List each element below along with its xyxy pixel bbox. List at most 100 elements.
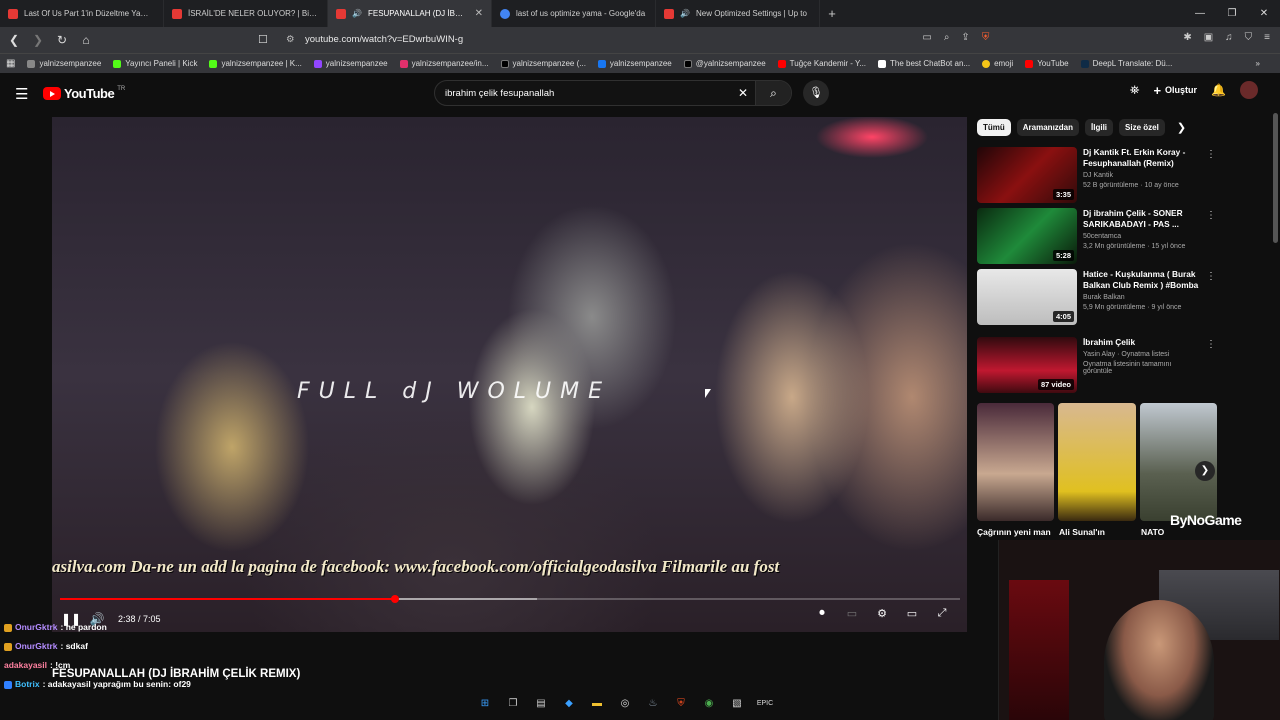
related-video[interactable]: 5:28 Dj ibrahim Çelik - SONER SARIKABADA… bbox=[977, 208, 1217, 266]
share-icon[interactable]: ⇪ bbox=[961, 32, 969, 43]
chip-related[interactable]: İlgili bbox=[1085, 118, 1114, 136]
clear-search-icon[interactable]: ✕ bbox=[731, 86, 755, 100]
browser-tab-active[interactable]: 🔊 FESUPANALLAH (DJ İBRAHİM ✕ bbox=[328, 0, 492, 27]
search-button[interactable]: ⌕ bbox=[755, 81, 791, 105]
bookmark-item[interactable]: yalnizsempanzee bbox=[592, 59, 678, 68]
search-input[interactable] bbox=[445, 87, 731, 99]
chrome-icon[interactable]: ◉ bbox=[700, 695, 718, 713]
reload-icon[interactable]: ↻ bbox=[52, 33, 72, 47]
task-view-icon[interactable]: ❐ bbox=[504, 695, 522, 713]
video-thumbnail[interactable]: 3:35 bbox=[977, 147, 1077, 203]
bookmark-item[interactable]: yalnizsempanzee (... bbox=[495, 59, 592, 68]
avatar[interactable] bbox=[1240, 81, 1258, 99]
cast-icon[interactable]: ▭ bbox=[922, 32, 931, 43]
chevron-right-icon[interactable]: ❯ bbox=[1195, 461, 1215, 481]
bookmark-item[interactable]: Yayıncı Paneli | Kick bbox=[107, 59, 203, 68]
browser-tab[interactable]: 🔊 New Optimized Settings | Up to bbox=[656, 0, 820, 27]
new-tab-button[interactable]: + bbox=[820, 6, 844, 21]
app-icon[interactable]: ▧ bbox=[728, 695, 746, 713]
create-button[interactable]: + Oluştur bbox=[1153, 83, 1197, 98]
video-player[interactable]: FULL dJ WOLUME asilva.com Da-ne un add l… bbox=[52, 117, 967, 632]
subtitles-icon[interactable]: ▭ bbox=[841, 607, 863, 620]
site-info-icon[interactable]: ⚙ bbox=[286, 31, 295, 49]
related-video[interactable]: 4:05 Hatice - Kuşkulanma ( Burak Balkan … bbox=[977, 269, 1217, 327]
music-icon[interactable]: ♫ bbox=[1225, 32, 1233, 43]
bookmark-item[interactable]: Tuğçe Kandemir - Y... bbox=[772, 59, 872, 68]
file-explorer-icon[interactable]: ▬ bbox=[588, 695, 606, 713]
brave-shield-icon[interactable]: ⛨ bbox=[982, 32, 990, 43]
short-thumbnail[interactable] bbox=[1058, 403, 1136, 521]
brave-icon[interactable]: ⛨ bbox=[672, 695, 690, 713]
restore-icon[interactable]: ❐ bbox=[1216, 0, 1248, 27]
menu-icon[interactable]: ≡ bbox=[1264, 32, 1270, 43]
chip-for-you[interactable]: Size özel bbox=[1119, 118, 1165, 136]
video-title[interactable]: Dj Kantik Ft. Erkin Koray - Fesuphanalla… bbox=[1083, 147, 1202, 169]
bookmark-item[interactable]: YouTube bbox=[1019, 59, 1074, 68]
bookmark-item[interactable]: yalnizsempanzee bbox=[308, 59, 394, 68]
channel-name[interactable]: DJ Kantik bbox=[1083, 172, 1202, 179]
hamburger-menu-icon[interactable]: ☰ bbox=[15, 85, 28, 103]
settings-icon[interactable]: ⚙ bbox=[871, 607, 893, 620]
chip-all[interactable]: Tümü bbox=[977, 118, 1011, 136]
home-icon[interactable]: ⌂ bbox=[76, 33, 96, 47]
channel-name[interactable]: Yasin Alay · Oynatma listesi bbox=[1083, 351, 1202, 358]
close-icon[interactable]: ✕ bbox=[1248, 0, 1280, 27]
forward-icon[interactable]: ❯ bbox=[28, 33, 48, 47]
obs-icon[interactable]: ◎ bbox=[616, 695, 634, 713]
more-bookmarks-icon[interactable]: » bbox=[1250, 59, 1266, 68]
video-title[interactable]: Hatice - Kuşkulanma ( Burak Balkan Club … bbox=[1083, 269, 1202, 291]
browser-tab[interactable]: Last Of Us Part 1'in Düzeltme Yamas bbox=[0, 0, 164, 27]
chip-from-search[interactable]: Aramanızdan bbox=[1016, 118, 1080, 136]
zoom-icon[interactable]: ⌕ bbox=[944, 32, 950, 43]
back-icon[interactable]: ❮ bbox=[4, 33, 24, 47]
short-title[interactable]: Çağrının yeni man bbox=[977, 527, 1055, 537]
url-field[interactable]: ⚙ youtube.com/watch?v=EDwrbuWIN-g bbox=[280, 31, 980, 49]
sidebar-icon[interactable]: ▣ bbox=[1204, 32, 1213, 43]
more-options-icon[interactable]: ⋮ bbox=[1205, 339, 1217, 350]
progress-bar[interactable] bbox=[60, 595, 960, 603]
bookmark-item[interactable]: yalnizsempanzee/in... bbox=[394, 59, 495, 68]
browser-tab[interactable]: İSRAİL'DE NELER OLUYOR? | Binlerce bbox=[164, 0, 328, 27]
playlist-title[interactable]: İbrahim Çelik bbox=[1083, 337, 1202, 348]
store-icon[interactable]: ◆ bbox=[560, 695, 578, 713]
video-thumbnail[interactable]: 5:28 bbox=[977, 208, 1077, 264]
short-title[interactable]: NATO bbox=[1141, 527, 1219, 537]
playlist-meta[interactable]: Oynatma listesinin tamamını görüntüle bbox=[1083, 361, 1202, 375]
more-options-icon[interactable]: ⋮ bbox=[1205, 149, 1217, 160]
close-tab-icon[interactable]: ✕ bbox=[475, 8, 483, 19]
bookmark-item[interactable]: emoji bbox=[976, 59, 1019, 68]
theater-mode-icon[interactable]: ▭ bbox=[901, 607, 923, 620]
short-title[interactable]: Ali Sunal'ın bbox=[1059, 527, 1137, 537]
vpn-icon[interactable]: ⛉ bbox=[1245, 32, 1253, 43]
chevron-right-icon[interactable]: ❯ bbox=[1177, 121, 1186, 134]
video-title[interactable]: Dj ibrahim Çelik - SONER SARIKABADAYI - … bbox=[1083, 208, 1202, 230]
cast-icon[interactable]: ⛯ bbox=[1130, 83, 1140, 98]
short-thumbnail[interactable] bbox=[977, 403, 1055, 521]
extensions-icon[interactable]: ✱ bbox=[1183, 32, 1191, 43]
youtube-logo[interactable]: YouTube TR bbox=[43, 86, 125, 101]
bookmark-item[interactable]: yalnizsempanzee | K... bbox=[203, 59, 307, 68]
apps-icon[interactable]: ▦ bbox=[0, 58, 21, 69]
bookmark-item[interactable]: The best ChatBot an... bbox=[872, 59, 976, 68]
progress-scrubber[interactable] bbox=[390, 595, 399, 603]
bookmark-icon[interactable]: ☐ bbox=[258, 33, 268, 46]
playlist-thumbnail[interactable]: 87 video bbox=[977, 337, 1077, 393]
related-playlist[interactable]: 87 video İbrahim Çelik Yasin Alay · Oynat… bbox=[977, 337, 1217, 395]
autoplay-toggle-icon[interactable]: ⏺ bbox=[811, 607, 833, 620]
bookmark-item[interactable]: @yalnizsempanzee bbox=[678, 59, 772, 68]
bookmark-item[interactable]: yalnizsempanzee bbox=[21, 59, 107, 68]
browser-tab[interactable]: last of us optimize yama - Google'da bbox=[492, 0, 656, 27]
more-options-icon[interactable]: ⋮ bbox=[1205, 271, 1217, 282]
windows-start-icon[interactable]: ⊞ bbox=[476, 695, 494, 713]
notifications-icon[interactable]: 🔔 bbox=[1211, 83, 1226, 97]
channel-name[interactable]: 50centamca bbox=[1083, 233, 1202, 240]
minimize-icon[interactable]: — bbox=[1184, 0, 1216, 27]
fullscreen-icon[interactable]: ⤢ bbox=[931, 607, 953, 620]
channel-name[interactable]: Burak Balkan bbox=[1083, 294, 1202, 301]
epic-games-icon[interactable]: EPIC bbox=[756, 695, 774, 713]
page-scrollbar[interactable] bbox=[1273, 113, 1278, 243]
bookmark-item[interactable]: DeepL Translate: Dü... bbox=[1075, 59, 1179, 68]
more-options-icon[interactable]: ⋮ bbox=[1205, 210, 1217, 221]
voice-search-icon[interactable]: 🎙 bbox=[803, 80, 829, 106]
steam-icon[interactable]: ♨ bbox=[644, 695, 662, 713]
